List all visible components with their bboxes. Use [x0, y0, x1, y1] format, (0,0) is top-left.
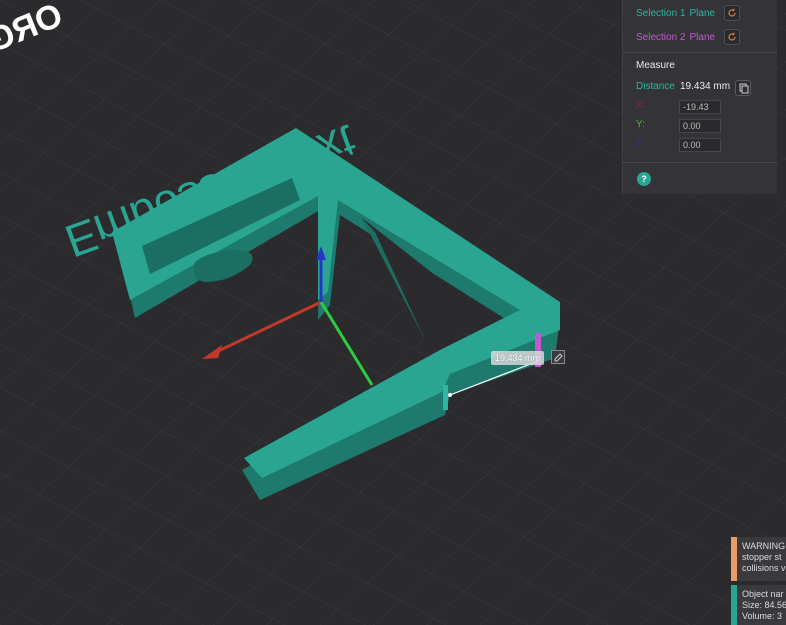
object-name-line: Object nar: [742, 589, 784, 599]
warning-color-bar: [731, 537, 737, 581]
object-volume-line: Volume: 3: [742, 611, 783, 621]
reset-selection-1-button[interactable]: [724, 5, 740, 21]
selection-1-row[interactable]: Selection 1 Plane: [636, 4, 715, 22]
measure-title: Measure: [636, 60, 675, 71]
selection-2-type: Plane: [689, 31, 716, 43]
warning-notification[interactable]: WARNING stopper st collisions v: [731, 537, 786, 581]
y-value-field[interactable]: 0.00: [679, 119, 721, 133]
divider: [623, 162, 777, 163]
pencil-icon: [554, 353, 563, 362]
help-button[interactable]: ?: [637, 172, 651, 186]
measure-panel: Selection 1 Plane Selection 2 Plane Meas…: [622, 0, 777, 194]
selection-2-label: Selection 2: [636, 31, 686, 43]
warning-line-1: WARNING: [742, 541, 786, 551]
z-label: Z:: [636, 138, 645, 149]
y-label: Y:: [636, 119, 645, 130]
reset-selection-2-button[interactable]: [724, 29, 740, 45]
copy-distance-button[interactable]: [735, 80, 751, 96]
selection-1-type: Plane: [689, 7, 716, 19]
object-info-notification[interactable]: Object nar Size: 84.56 Volume: 3: [731, 585, 786, 625]
copy-icon: [739, 83, 749, 94]
distance-label: Distance: [636, 81, 675, 92]
measurement-label: 19.434 mm: [491, 351, 545, 365]
distance-value: 19.434 mm: [680, 81, 731, 92]
x-value-field[interactable]: -19.43: [679, 100, 721, 114]
warning-line-3: collisions v: [742, 563, 786, 573]
info-color-bar: [731, 585, 737, 625]
z-value-field[interactable]: 0.00: [679, 138, 721, 152]
edit-measurement-button[interactable]: [551, 350, 565, 364]
divider: [623, 52, 777, 53]
object-size-line: Size: 84.56: [742, 600, 786, 610]
warning-line-2: stopper st: [742, 552, 782, 562]
x-label: X:: [636, 100, 646, 111]
reset-icon: [728, 8, 736, 17]
selection-1-label: Selection 1: [636, 7, 686, 19]
selection-2-row[interactable]: Selection 2 Plane: [636, 28, 715, 46]
reset-icon: [728, 32, 736, 41]
